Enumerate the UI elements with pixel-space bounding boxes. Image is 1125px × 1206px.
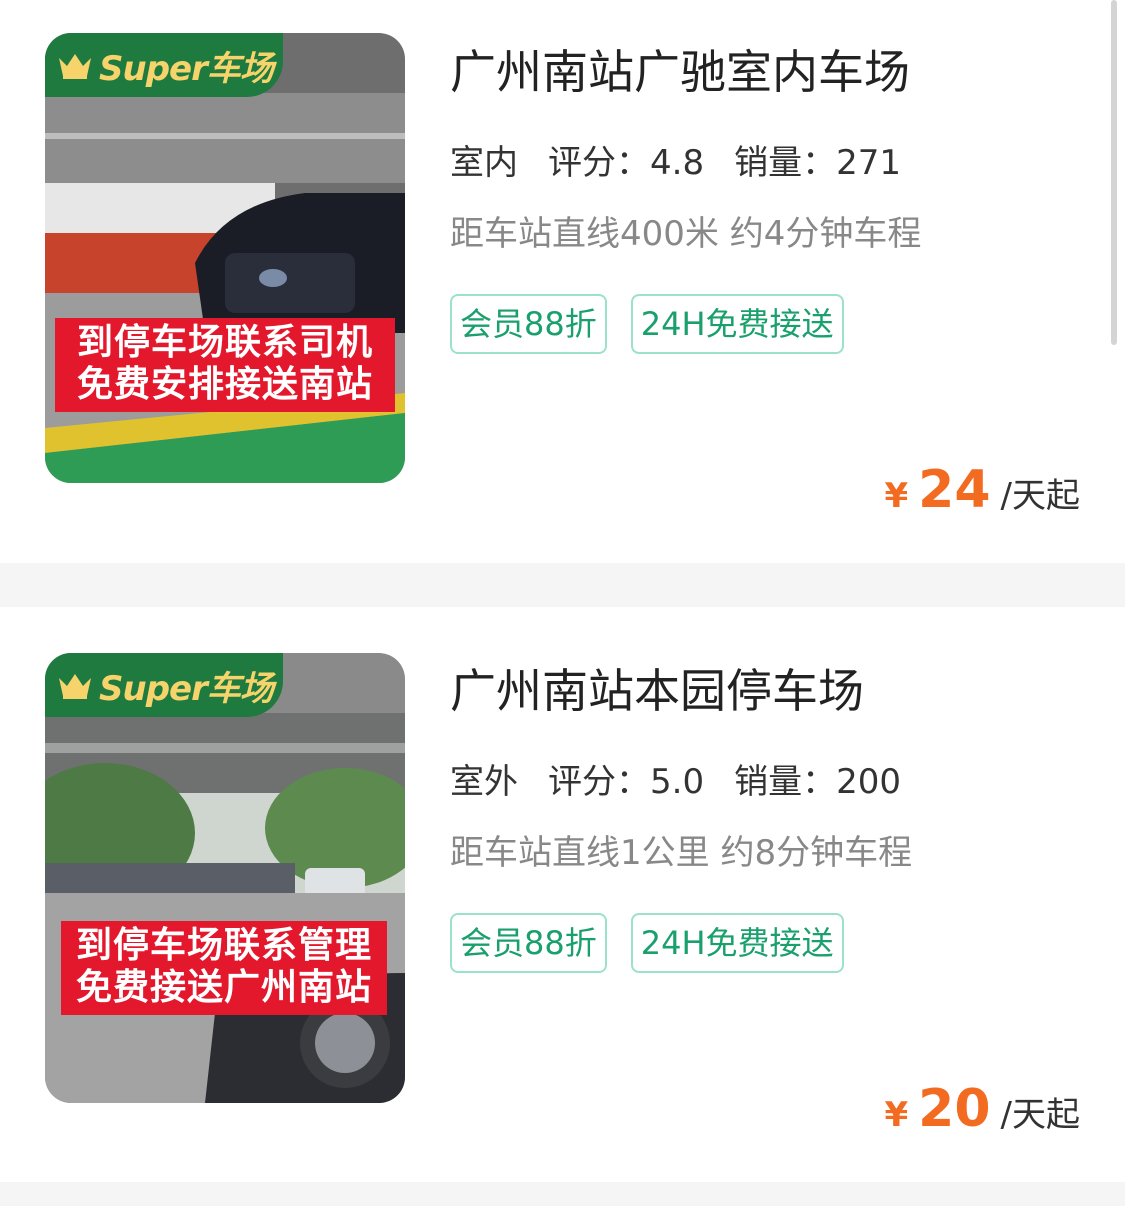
price-unit: /天起 bbox=[1000, 476, 1080, 516]
parking-type: 室内 bbox=[448, 140, 520, 186]
photo-caption: 到停车场联系管理 免费接送广州南站 bbox=[61, 921, 387, 1015]
price: ¥ 24 /天起 bbox=[884, 460, 1080, 520]
photo-caption-line2: 免费安排接送南站 bbox=[76, 364, 373, 405]
parking-meta: 室外 评分：5.0 销量：200 bbox=[448, 759, 901, 805]
parking-photo[interactable]: Super车场 到停车场联系管理 免费接送广州南站 bbox=[45, 653, 405, 1103]
parking-photo-image bbox=[45, 653, 405, 1103]
feature-tags: 会员88折 24H免费接送 bbox=[450, 913, 844, 973]
parking-meta: 室内 评分：4.8 销量：271 bbox=[448, 140, 901, 186]
price-value: 24 bbox=[918, 460, 991, 520]
price-unit: /天起 bbox=[1000, 1095, 1080, 1135]
sales-value: 271 bbox=[836, 143, 901, 183]
rating-value: 5.0 bbox=[650, 762, 705, 802]
super-parking-badge: Super车场 bbox=[45, 33, 283, 97]
sales-value: 200 bbox=[836, 762, 901, 802]
parking-photo[interactable]: Super车场 到停车场联系司机 免费安排接送南站 bbox=[45, 33, 405, 483]
sales-label: 销量： bbox=[734, 762, 837, 802]
crown-icon bbox=[59, 674, 91, 699]
distance-info: 距车站直线1公里 约8分钟车程 bbox=[450, 833, 913, 873]
price: ¥ 20 /天起 bbox=[884, 1079, 1080, 1139]
tag-free-shuttle: 24H免费接送 bbox=[630, 294, 844, 354]
photo-caption-line2: 免费接送广州南站 bbox=[75, 967, 372, 1008]
parking-type: 室外 bbox=[448, 759, 520, 805]
rating-value: 4.8 bbox=[650, 143, 705, 183]
tag-member-discount: 会员88折 bbox=[450, 294, 607, 354]
photo-caption: 到停车场联系司机 免费安排接送南站 bbox=[55, 318, 395, 412]
price-value: 20 bbox=[918, 1079, 991, 1139]
parking-title[interactable]: 广州南站广驰室内车场 bbox=[450, 40, 910, 104]
distance-info: 距车站直线400米 约4分钟车程 bbox=[450, 214, 922, 254]
photo-caption-line1: 到停车场联系司机 bbox=[76, 322, 373, 363]
parking-photo-image bbox=[45, 33, 405, 483]
super-parking-badge: Super车场 bbox=[45, 653, 283, 717]
tag-member-discount: 会员88折 bbox=[450, 913, 607, 973]
rating-label: 评分： bbox=[548, 143, 650, 183]
scrollbar[interactable] bbox=[1111, 0, 1117, 345]
badge-text: Super车场 bbox=[99, 668, 274, 709]
photo-caption-line1: 到停车场联系管理 bbox=[75, 925, 372, 966]
rating-label: 评分： bbox=[548, 762, 650, 802]
currency-symbol: ¥ bbox=[884, 476, 909, 516]
feature-tags: 会员88折 24H免费接送 bbox=[450, 294, 844, 354]
parking-card[interactable]: Super车场 到停车场联系司机 免费安排接送南站 广州南站广驰室内车场 室内评… bbox=[0, 0, 1125, 563]
currency-symbol: ¥ bbox=[884, 1095, 909, 1135]
tag-free-shuttle: 24H免费接送 bbox=[630, 913, 844, 973]
badge-text: Super车场 bbox=[99, 48, 274, 89]
crown-icon bbox=[59, 54, 91, 79]
parking-card[interactable]: Super车场 到停车场联系管理 免费接送广州南站 广州南站本园停车场 室外 评分… bbox=[0, 607, 1125, 1182]
parking-title[interactable]: 广州南站本园停车场 bbox=[450, 659, 864, 723]
sales-label: 销量： bbox=[734, 143, 837, 183]
